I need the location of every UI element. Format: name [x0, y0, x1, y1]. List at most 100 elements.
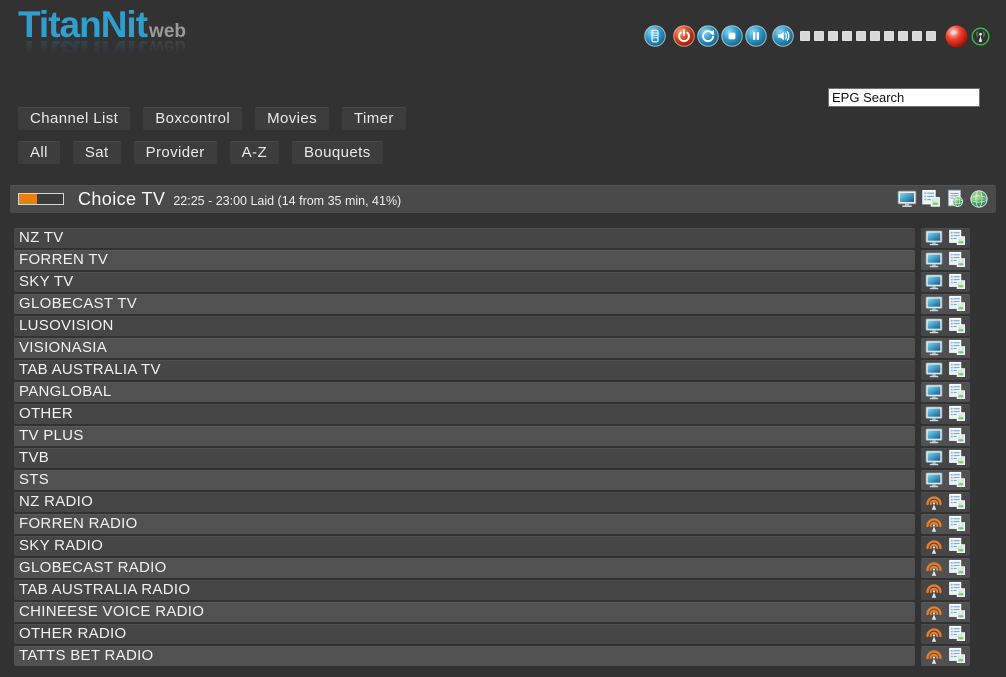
tv-icon[interactable] [925, 251, 943, 269]
epg-list-icon[interactable] [948, 603, 966, 621]
tv-icon[interactable] [925, 471, 943, 489]
tv-icon[interactable] [925, 273, 943, 291]
filter-nav: All Sat Provider A-Z Bouquets [18, 141, 383, 164]
channel-list: NZ TVFORREN TVSKY TVGLOBECAST TVLUSOVISI… [14, 228, 970, 668]
epg-page-icon[interactable] [945, 189, 965, 209]
filter-sat[interactable]: Sat [73, 141, 121, 164]
remote-control-icon[interactable] [644, 25, 666, 47]
epg-list-icon[interactable] [948, 317, 966, 335]
nav-timer[interactable]: Timer [342, 107, 406, 130]
channel-name[interactable]: VISIONASIA [14, 338, 915, 358]
radio-icon[interactable] [925, 603, 943, 621]
channel-name[interactable]: LUSOVISION [14, 316, 915, 336]
pause-icon[interactable] [745, 25, 767, 47]
channel-name[interactable]: OTHER [14, 404, 915, 424]
channel-name[interactable]: NZ TV [14, 228, 915, 248]
channel-actions [921, 294, 970, 314]
power-icon[interactable] [673, 25, 695, 47]
epg-list-icon[interactable] [948, 493, 966, 511]
epg-list-icon[interactable] [948, 625, 966, 643]
channel-name[interactable]: FORREN TV [14, 250, 915, 270]
volume-segment[interactable] [926, 31, 936, 41]
stop-icon[interactable] [721, 25, 743, 47]
channel-row: LUSOVISION [14, 316, 970, 336]
epg-list-icon[interactable] [948, 581, 966, 599]
volume-segment[interactable] [898, 31, 908, 41]
radio-icon[interactable] [925, 559, 943, 577]
volume-segment[interactable] [814, 31, 824, 41]
volume-segment[interactable] [842, 31, 852, 41]
epg-list-icon[interactable] [921, 189, 941, 209]
epg-list-icon[interactable] [948, 515, 966, 533]
radio-icon[interactable] [925, 515, 943, 533]
channel-name[interactable]: OTHER RADIO [14, 624, 915, 644]
channel-actions [921, 558, 970, 578]
volume-icon[interactable] [772, 25, 794, 47]
epg-list-icon[interactable] [948, 383, 966, 401]
channel-actions [921, 360, 970, 380]
filter-bouquets[interactable]: Bouquets [292, 141, 383, 164]
epg-list-icon[interactable] [948, 339, 966, 357]
channel-name[interactable]: PANGLOBAL [14, 382, 915, 402]
nav-channel-list[interactable]: Channel List [18, 107, 130, 130]
epg-list-icon[interactable] [948, 427, 966, 445]
tv-icon[interactable] [925, 295, 943, 313]
tv-icon[interactable] [925, 449, 943, 467]
channel-name[interactable]: CHINEESE VOICE RADIO [14, 602, 915, 622]
radio-icon[interactable] [925, 647, 943, 665]
volume-segment[interactable] [870, 31, 880, 41]
channel-name[interactable]: SKY TV [14, 272, 915, 292]
tv-icon[interactable] [925, 317, 943, 335]
now-playing-text: Choice TV 22:25 - 23:00 Laid (14 from 35… [78, 185, 401, 213]
tv-icon[interactable] [925, 229, 943, 247]
filter-provider[interactable]: Provider [134, 141, 217, 164]
epg-list-icon[interactable] [948, 405, 966, 423]
radio-icon[interactable] [925, 625, 943, 643]
channel-name[interactable]: TVB [14, 448, 915, 468]
radio-icon[interactable] [925, 493, 943, 511]
epg-list-icon[interactable] [948, 251, 966, 269]
channel-name[interactable]: STS [14, 470, 915, 490]
tv-icon[interactable] [925, 427, 943, 445]
channel-name[interactable]: GLOBECAST TV [14, 294, 915, 314]
epg-search-input[interactable] [828, 88, 980, 107]
nav-movies[interactable]: Movies [255, 107, 329, 130]
channel-name[interactable]: TAB AUSTRALIA RADIO [14, 580, 915, 600]
volume-segment[interactable] [884, 31, 894, 41]
radio-icon[interactable] [925, 581, 943, 599]
epg-list-icon[interactable] [948, 361, 966, 379]
filter-all[interactable]: All [18, 141, 60, 164]
channel-name[interactable]: TAB AUSTRALIA TV [14, 360, 915, 380]
channel-name[interactable]: NZ RADIO [14, 492, 915, 512]
epg-list-icon[interactable] [948, 295, 966, 313]
tv-icon[interactable] [925, 383, 943, 401]
radio-icon[interactable] [925, 537, 943, 555]
channel-name[interactable]: TATTS BET RADIO [14, 646, 915, 666]
filter-a-z[interactable]: A-Z [230, 141, 279, 164]
channel-row: OTHER RADIO [14, 624, 970, 644]
epg-list-icon[interactable] [948, 471, 966, 489]
channel-actions [921, 470, 970, 490]
channel-actions [921, 404, 970, 424]
channel-name[interactable]: GLOBECAST RADIO [14, 558, 915, 578]
web-stream-icon[interactable] [969, 189, 989, 209]
tv-icon[interactable] [925, 405, 943, 423]
epg-list-icon[interactable] [948, 273, 966, 291]
watch-tv-icon[interactable] [897, 189, 917, 209]
reload-icon[interactable] [697, 25, 719, 47]
volume-segment[interactable] [800, 31, 810, 41]
epg-list-icon[interactable] [948, 537, 966, 555]
nav-boxcontrol[interactable]: Boxcontrol [143, 107, 242, 130]
volume-segment[interactable] [912, 31, 922, 41]
epg-list-icon[interactable] [948, 229, 966, 247]
epg-list-icon[interactable] [948, 647, 966, 665]
channel-name[interactable]: SKY RADIO [14, 536, 915, 556]
tv-icon[interactable] [925, 339, 943, 357]
volume-segment[interactable] [828, 31, 838, 41]
epg-list-icon[interactable] [948, 559, 966, 577]
volume-segment[interactable] [856, 31, 866, 41]
tv-icon[interactable] [925, 361, 943, 379]
epg-list-icon[interactable] [948, 449, 966, 467]
channel-name[interactable]: TV PLUS [14, 426, 915, 446]
channel-name[interactable]: FORREN RADIO [14, 514, 915, 534]
